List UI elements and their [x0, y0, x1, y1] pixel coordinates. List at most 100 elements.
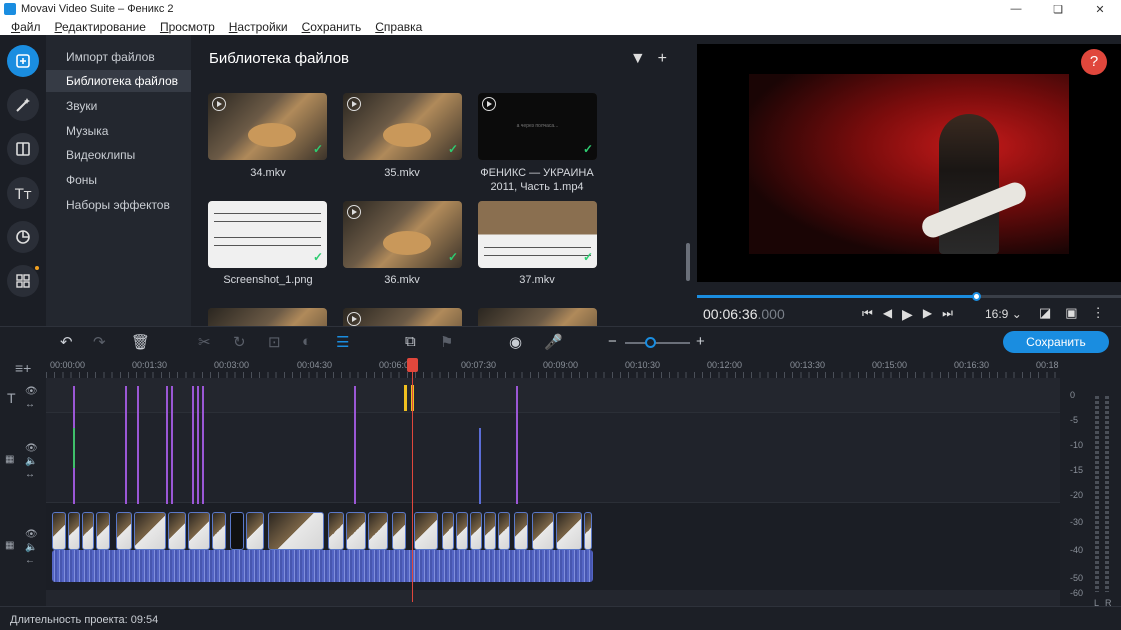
rotate-icon[interactable]: ↻ — [233, 333, 246, 351]
delete-icon[interactable]: 🗑 — [131, 333, 150, 351]
link-icon[interactable]: ← — [25, 555, 35, 566]
video-clip[interactable] — [346, 512, 366, 550]
more-tools-button[interactable] — [7, 265, 39, 297]
transition-marker[interactable] — [125, 386, 127, 504]
video-clip[interactable] — [328, 512, 344, 550]
save-button[interactable]: Сохранить — [1003, 331, 1109, 353]
video-clip[interactable] — [168, 512, 186, 550]
zoom-out-icon[interactable]: − — [608, 333, 617, 350]
snapshot-icon[interactable]: ▣ — [1065, 305, 1077, 321]
transition-marker[interactable] — [166, 386, 168, 504]
video-clip[interactable] — [442, 512, 454, 550]
category-videoclips[interactable]: Видеоклипы — [46, 144, 191, 166]
library-item[interactable]: а через полчаса... ✓ — [478, 93, 597, 160]
library-item[interactable] — [343, 308, 462, 326]
help-button[interactable]: ? — [1081, 49, 1107, 75]
library-item[interactable] — [208, 308, 327, 326]
menu-save[interactable]: Сохранить — [302, 20, 362, 34]
video-clip[interactable] — [456, 512, 468, 550]
redo-icon[interactable]: ↷ — [93, 333, 106, 351]
effect-marker[interactable] — [73, 428, 75, 468]
library-item[interactable]: ✓ — [208, 201, 327, 268]
skip-start-icon[interactable]: ⏮ — [862, 306, 873, 323]
video-clip[interactable] — [470, 512, 482, 550]
maximize-button[interactable]: ❏ — [1037, 0, 1079, 18]
progress-knob[interactable] — [971, 292, 981, 301]
zoom-in-icon[interactable]: + — [696, 333, 705, 350]
filter-icon[interactable]: ▼ — [630, 50, 646, 68]
skip-end-icon[interactable]: ⏭ — [942, 306, 953, 323]
video-player[interactable] — [697, 44, 1121, 282]
video-clip[interactable] — [556, 512, 582, 550]
video-clip[interactable] — [188, 512, 210, 550]
video-clip[interactable] — [392, 512, 406, 550]
category-effect-packs[interactable]: Наборы эффектов — [46, 194, 191, 216]
playhead[interactable] — [412, 360, 413, 602]
category-library[interactable]: Библиотека файлов — [46, 70, 191, 92]
timeline-tracks[interactable] — [46, 378, 1060, 606]
video-clip[interactable] — [246, 512, 264, 550]
transition-marker[interactable] — [192, 386, 194, 504]
playhead-handle[interactable] — [407, 358, 418, 372]
visibility-icon[interactable]: 👁 — [25, 386, 38, 397]
library-scrollbar[interactable] — [686, 243, 690, 281]
menu-edit[interactable]: Редактирование — [55, 20, 146, 34]
transition-marker[interactable] — [202, 386, 204, 504]
video-clip[interactable] — [268, 512, 324, 550]
import-tool-button[interactable] — [7, 45, 39, 77]
transitions-tool-button[interactable] — [7, 133, 39, 165]
menu-file[interactable]: Файл — [11, 20, 41, 34]
video-clip[interactable] — [116, 512, 132, 550]
menu-help[interactable]: Справка — [375, 20, 422, 34]
library-item[interactable]: ✓ — [478, 201, 597, 268]
mute-icon[interactable]: 🔈 — [25, 542, 37, 553]
aspect-ratio-select[interactable]: 16:9 ⌄ — [985, 307, 1022, 321]
clip-properties-icon[interactable]: ☰ — [336, 333, 349, 351]
audio-track[interactable] — [46, 590, 1060, 606]
category-import[interactable]: Импорт файлов — [46, 46, 191, 68]
video-clip[interactable] — [368, 512, 388, 550]
mute-icon[interactable]: 🔈 — [25, 456, 37, 467]
menu-settings[interactable]: Настройки — [229, 20, 288, 34]
play-button[interactable]: ▶ — [902, 306, 913, 323]
minimize-button[interactable]: — — [995, 0, 1037, 18]
video-clip[interactable] — [52, 512, 66, 550]
video-clip[interactable] — [414, 512, 438, 550]
transition-marker[interactable] — [171, 386, 173, 504]
add-track-icon[interactable]: ≡+ — [15, 360, 31, 376]
transition-marker[interactable] — [137, 386, 139, 504]
step-forward-icon[interactable]: ▶ — [923, 306, 932, 323]
add-icon[interactable]: + — [658, 50, 667, 68]
transition-marker[interactable] — [197, 386, 199, 504]
microphone-icon[interactable]: 🎤 — [544, 333, 563, 351]
video-clip[interactable] — [96, 512, 110, 550]
video-clip[interactable] — [134, 512, 166, 550]
timeline-ruler[interactable]: 00:00:00 00:01:30 00:03:00 00:04:30 00:0… — [46, 356, 1060, 378]
overlay-icon[interactable]: ⧉ — [405, 333, 416, 350]
library-item[interactable]: ✓ — [343, 201, 462, 268]
video-clip[interactable] — [514, 512, 528, 550]
video-clip[interactable] — [584, 512, 592, 550]
video-clip[interactable] — [484, 512, 496, 550]
color-icon[interactable]: ◐ — [302, 333, 311, 350]
library-item[interactable]: ✓ — [343, 93, 462, 160]
video-clip[interactable] — [82, 512, 94, 550]
video-clip[interactable] — [532, 512, 554, 550]
library-item[interactable] — [478, 308, 597, 326]
titles-tool-button[interactable]: Tт — [7, 177, 39, 209]
link-icon[interactable]: ↔ — [25, 469, 35, 480]
overlay-clip-marker[interactable] — [479, 428, 481, 504]
magic-tool-button[interactable] — [7, 89, 39, 121]
category-sounds[interactable]: Звуки — [46, 95, 191, 117]
video-clip[interactable] — [498, 512, 510, 550]
video-clip[interactable] — [68, 512, 80, 550]
playback-progress[interactable] — [697, 292, 1121, 301]
step-back-icon[interactable]: ◀ — [883, 306, 892, 323]
more-icon[interactable]: ⋮ — [1092, 305, 1105, 321]
filters-tool-button[interactable] — [7, 221, 39, 253]
category-music[interactable]: Музыка — [46, 120, 191, 142]
audio-waveform[interactable] — [52, 550, 593, 582]
undo-icon[interactable]: ↶ — [60, 333, 73, 351]
zoom-slider[interactable] — [625, 342, 690, 344]
link-icon[interactable]: ↔ — [25, 399, 35, 410]
